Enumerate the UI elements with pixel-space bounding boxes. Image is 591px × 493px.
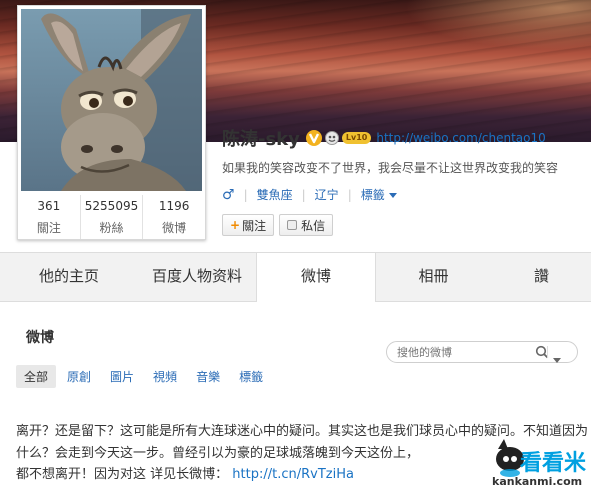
profile-url-link[interactable]: http://weibo.com/chentao10: [376, 131, 545, 145]
message-icon: [287, 220, 298, 230]
plus-icon: +: [230, 218, 241, 232]
stat-following[interactable]: 361 關注: [18, 195, 81, 239]
level-badge[interactable]: Lv10: [341, 132, 372, 144]
profile-name-row: 陈涛-sky Lv10 http://weibo.com/chentao10: [222, 127, 546, 150]
profile-stats: 361 關注 5255095 粉絲 1196 微博: [18, 195, 205, 239]
stat-posts[interactable]: 1196 微博: [143, 195, 205, 239]
filter-tags[interactable]: 標籤: [231, 365, 271, 388]
filter-videos[interactable]: 視頻: [145, 365, 185, 388]
profile-name: 陈涛-sky: [222, 129, 300, 150]
verified-v-icon[interactable]: [305, 130, 322, 146]
avatar[interactable]: [21, 9, 202, 191]
profile-tabs: 他的主页 百度人物资料 微博 相冊 讚: [0, 252, 591, 302]
filter-music[interactable]: 音樂: [188, 365, 228, 388]
member-face-icon[interactable]: [324, 131, 339, 145]
tab-weibo[interactable]: 微博: [256, 253, 376, 302]
meta-divider: |: [243, 187, 248, 202]
tab-baidu-profile[interactable]: 百度人物资料: [138, 253, 256, 301]
profile-actions: + 關注 私信: [222, 214, 338, 236]
profile-bio: 如果我的笑容改变不了世界，我会尽量不让这世界改变我的笑容: [222, 161, 559, 175]
stat-followers-count: 5255095: [84, 199, 139, 213]
tab-album[interactable]: 相冊: [375, 253, 492, 301]
search-options-dropdown[interactable]: [553, 350, 561, 369]
zodiac-link[interactable]: 雙魚座: [257, 186, 293, 203]
male-gender-icon: ♂: [222, 186, 235, 203]
message-button-label: 私信: [301, 218, 326, 233]
section-title: 微博: [26, 330, 54, 346]
search-input[interactable]: [397, 344, 527, 360]
message-button[interactable]: 私信: [279, 214, 334, 236]
post-text-continued: 都不想离开！因为对这 详见长微博：: [16, 467, 229, 482]
follow-button-label: 關注: [242, 218, 267, 233]
donkey-avatar-image: [21, 9, 202, 191]
tab-home[interactable]: 他的主页: [0, 253, 138, 301]
chevron-down-icon: [553, 358, 561, 363]
follow-button[interactable]: + 關注: [222, 214, 275, 236]
avatar-card: 361 關注 5255095 粉絲 1196 微博: [17, 5, 206, 240]
tags-dropdown[interactable]: 標籤: [361, 186, 397, 203]
filter-original[interactable]: 原創: [59, 365, 99, 388]
stat-posts-count: 1196: [158, 199, 190, 213]
search-divider: [547, 346, 548, 358]
meta-divider: |: [347, 187, 352, 202]
weibo-search: [386, 341, 578, 363]
stat-followers[interactable]: 5255095 粉絲: [81, 195, 144, 239]
filter-images[interactable]: 圖片: [102, 365, 142, 388]
profile-meta: ♂ | 雙魚座 | 辽宁 | 標籤: [222, 186, 397, 203]
tags-label: 標籤: [360, 188, 385, 202]
stat-followers-label: 粉絲: [99, 221, 124, 235]
watermark-domain: kankanmi.com: [492, 475, 583, 488]
meta-divider: |: [301, 187, 306, 202]
stat-following-label: 關注: [36, 221, 61, 235]
watermark-brand: 看看米: [520, 451, 587, 476]
chevron-down-icon: [388, 193, 397, 198]
location-link[interactable]: 辽宁: [315, 186, 339, 203]
stat-posts-label: 微博: [162, 221, 187, 235]
weibo-filters: 全部 原創 圖片 視頻 音樂 標籤: [16, 365, 274, 388]
post-link[interactable]: http://t.cn/RvTziHa: [232, 467, 354, 482]
filter-all[interactable]: 全部: [16, 365, 57, 388]
stat-following-count: 361: [37, 199, 61, 213]
tab-likes[interactable]: 讚: [492, 253, 591, 301]
